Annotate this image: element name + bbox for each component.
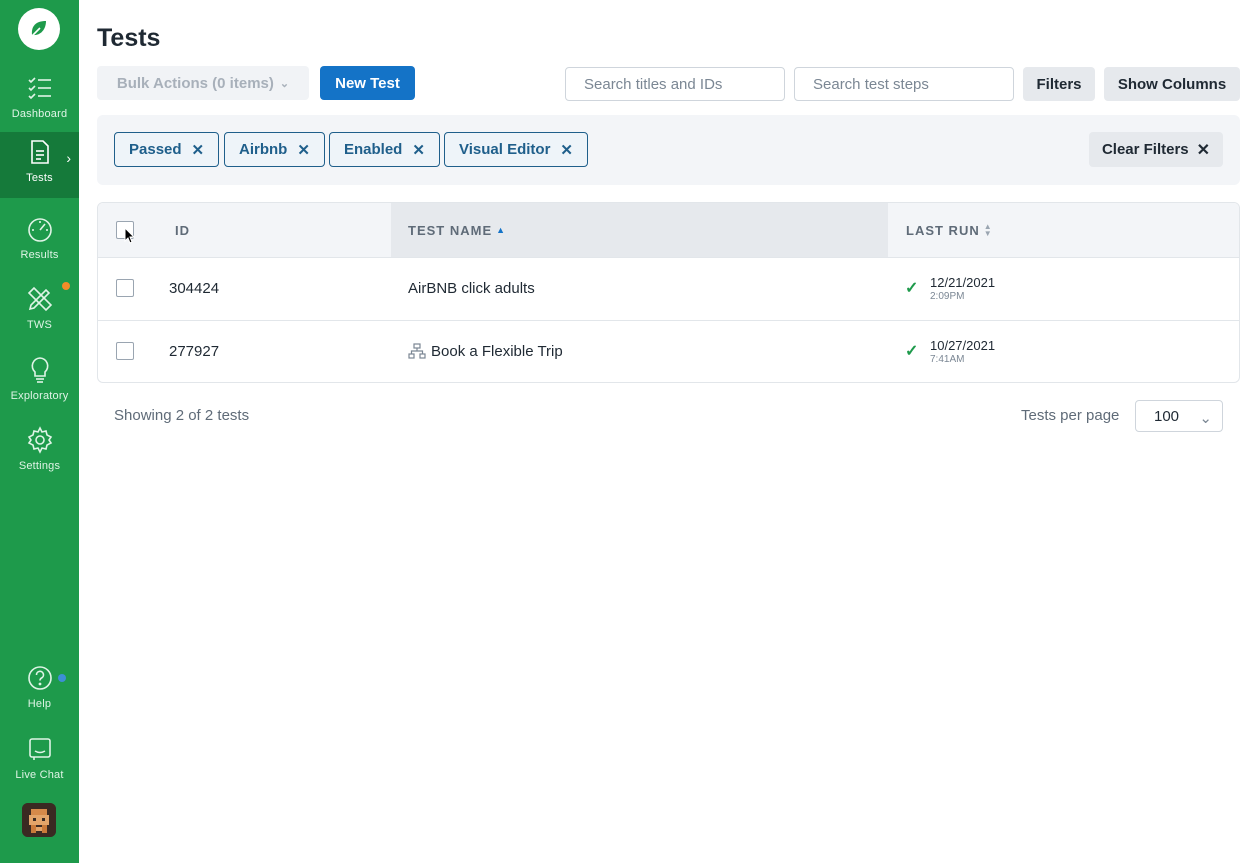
gauge-icon bbox=[26, 215, 54, 243]
last-run-date: 12/21/2021 bbox=[930, 275, 996, 290]
last-run-date: 10/27/2021 bbox=[930, 338, 996, 353]
chevron-down-icon: ⌄ bbox=[279, 77, 290, 90]
chat-icon bbox=[26, 735, 54, 763]
per-page-select[interactable]: 100 ⌄ bbox=[1135, 400, 1223, 432]
notification-badge bbox=[62, 282, 70, 290]
sidebar-item-label: Dashboard bbox=[11, 108, 68, 120]
row-checkbox[interactable] bbox=[116, 342, 134, 360]
table-header: ID TEST NAME ▲ LAST RUN ▲ ▼ bbox=[98, 203, 1239, 258]
column-header-id[interactable]: ID bbox=[175, 203, 190, 257]
pencil-ruler-icon bbox=[26, 285, 54, 313]
filter-chip-label: Enabled bbox=[344, 141, 403, 158]
sort-both-icon: ▲ ▼ bbox=[983, 222, 993, 238]
chevron-right-icon: › bbox=[66, 150, 71, 166]
sort-asc-icon: ▲ bbox=[496, 225, 507, 235]
sidebar-item-label: Exploratory bbox=[10, 390, 69, 402]
bulk-actions-button[interactable]: Bulk Actions (0 items) ⌄ bbox=[97, 66, 309, 100]
sidebar-item-dashboard[interactable]: Dashboard bbox=[0, 68, 79, 134]
close-icon[interactable]: ✕ bbox=[560, 141, 573, 159]
check-icon: ✓ bbox=[905, 280, 919, 297]
per-page-label: Tests per page bbox=[1021, 407, 1120, 424]
filter-chip-airbnb[interactable]: Airbnb ✕ bbox=[224, 132, 325, 167]
column-header-last-run[interactable]: LAST RUN ▲ ▼ bbox=[906, 203, 993, 257]
close-icon[interactable]: ✕ bbox=[192, 141, 205, 159]
document-icon bbox=[26, 138, 54, 166]
notification-badge bbox=[58, 674, 66, 682]
results-count: Showing 2 of 2 tests bbox=[114, 407, 250, 424]
last-run-time: 7:41AM bbox=[930, 354, 965, 365]
sidebar-item-live-chat[interactable]: Live Chat bbox=[0, 729, 79, 795]
chevron-down-icon: ⌄ bbox=[1199, 410, 1212, 427]
test-name-link[interactable]: Book a Flexible Trip bbox=[431, 343, 563, 360]
test-id: 304424 bbox=[169, 280, 220, 297]
close-icon[interactable]: ✕ bbox=[412, 141, 425, 159]
sidebar-item-label: Tests bbox=[26, 172, 53, 184]
checklist-icon bbox=[26, 74, 54, 102]
cursor-icon bbox=[124, 227, 136, 244]
filter-chip-enabled[interactable]: Enabled ✕ bbox=[329, 132, 440, 167]
filter-chip-passed[interactable]: Passed ✕ bbox=[114, 132, 220, 167]
row-checkbox[interactable] bbox=[116, 279, 134, 297]
clear-filters-label: Clear Filters bbox=[1101, 141, 1189, 158]
column-header-label: LAST RUN bbox=[906, 222, 980, 238]
leaf-icon[interactable] bbox=[18, 8, 60, 50]
question-icon bbox=[26, 664, 54, 692]
check-icon: ✓ bbox=[905, 343, 919, 360]
new-test-button[interactable]: New Test bbox=[320, 66, 415, 100]
search-titles-input[interactable] bbox=[565, 67, 785, 101]
test-id: 277927 bbox=[169, 343, 220, 360]
lightbulb-icon bbox=[26, 356, 54, 384]
test-name-link[interactable]: AirBNB click adults bbox=[408, 280, 535, 297]
sidebar-item-tests[interactable]: Tests › bbox=[0, 132, 79, 198]
page-title: Tests bbox=[97, 24, 161, 52]
close-icon[interactable]: ✕ bbox=[297, 141, 310, 159]
sidebar-item-label: Settings bbox=[18, 460, 61, 472]
table-row[interactable]: 277927 Book a Flexible Trip ✓ 10/27/2021… bbox=[98, 321, 1239, 382]
sidebar-item-label: Help bbox=[27, 698, 52, 710]
per-page-value: 100 bbox=[1154, 407, 1180, 425]
clear-filters-button[interactable]: Clear Filters ✕ bbox=[1089, 132, 1223, 167]
sidebar-item-label: TWS bbox=[26, 319, 53, 331]
filter-chip-label: Visual Editor bbox=[459, 141, 551, 158]
search-steps-input[interactable] bbox=[794, 67, 1014, 101]
filter-chip-visual-editor[interactable]: Visual Editor ✕ bbox=[444, 132, 588, 167]
column-header-test-name[interactable]: TEST NAME ▲ bbox=[408, 203, 506, 257]
close-icon: ✕ bbox=[1196, 141, 1211, 159]
column-header-label: TEST NAME bbox=[408, 222, 493, 238]
sidebar-item-label: Results bbox=[20, 249, 59, 261]
filters-button[interactable]: Filters bbox=[1023, 67, 1095, 101]
last-run-time: 2:09PM bbox=[930, 291, 965, 302]
tests-table: ID TEST NAME ▲ LAST RUN ▲ ▼ 304424 AirBNB… bbox=[97, 202, 1240, 383]
main-content: Tests Bulk Actions (0 items) ⌄ New Test … bbox=[97, 0, 1240, 863]
sidebar-item-exploratory[interactable]: Exploratory bbox=[0, 350, 79, 416]
sidebar-item-label: Live Chat bbox=[15, 769, 64, 781]
sidebar: Dashboard Tests › Results TWS Explorator… bbox=[0, 0, 79, 863]
filter-chip-label: Airbnb bbox=[239, 141, 288, 158]
bulk-actions-label: Bulk Actions (0 items) bbox=[116, 74, 274, 92]
sidebar-item-help[interactable]: Help bbox=[0, 658, 79, 724]
filter-chip-label: Passed bbox=[129, 141, 182, 158]
table-row[interactable]: 304424 AirBNB click adults ✓ 12/21/2021 … bbox=[98, 258, 1239, 321]
avatar[interactable] bbox=[22, 803, 56, 837]
sitemap-icon bbox=[408, 343, 426, 364]
active-filters-bar: Passed ✕ Airbnb ✕ Enabled ✕ Visual Edito… bbox=[97, 115, 1240, 185]
sidebar-item-results[interactable]: Results bbox=[0, 209, 79, 275]
sidebar-item-settings[interactable]: Settings bbox=[0, 420, 79, 486]
gear-icon bbox=[26, 426, 54, 454]
show-columns-button[interactable]: Show Columns bbox=[1104, 67, 1240, 101]
